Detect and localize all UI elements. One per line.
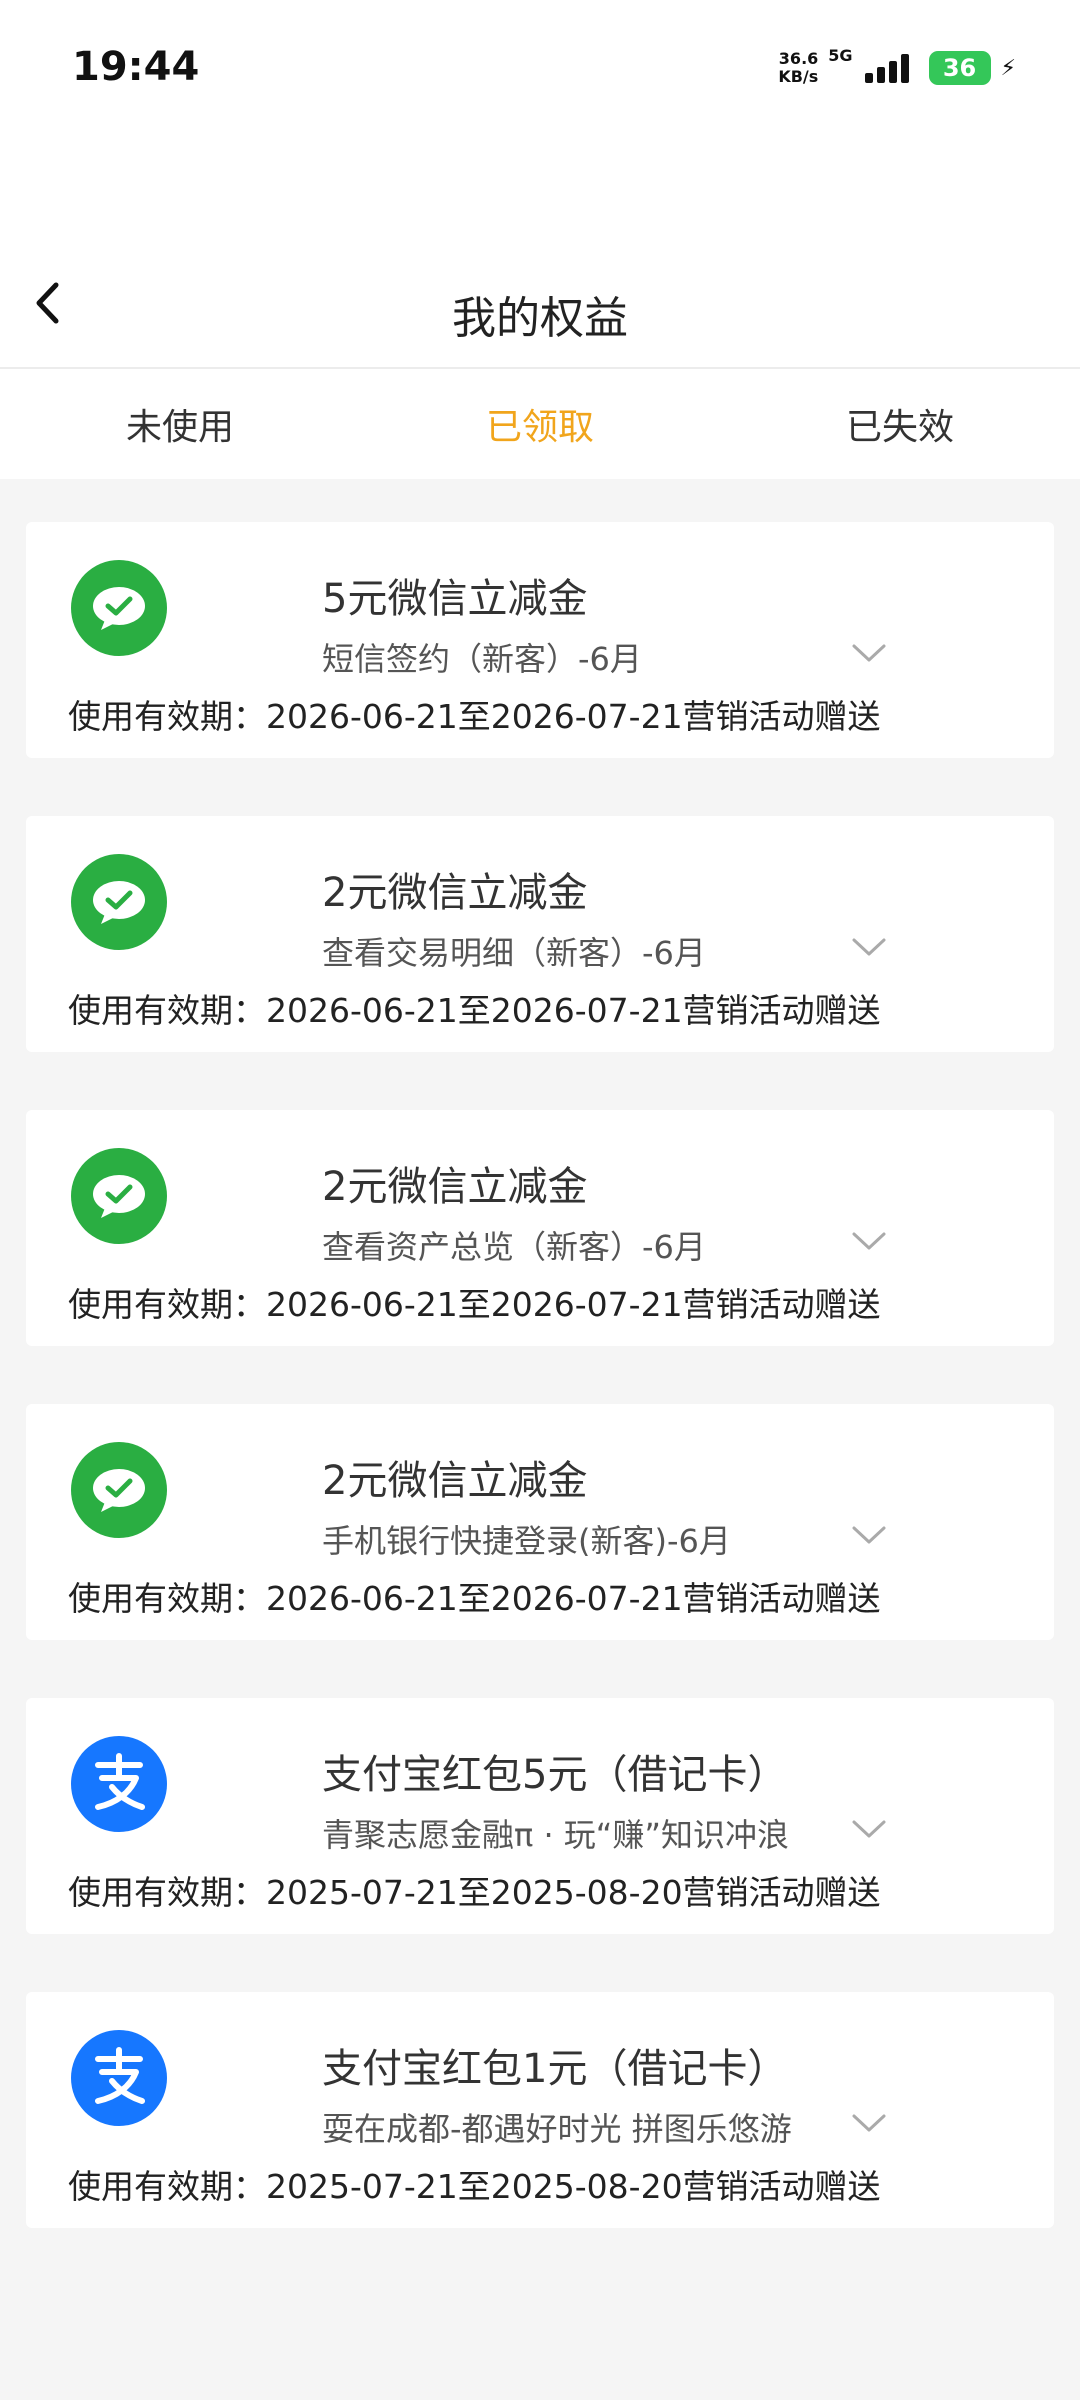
benefit-card[interactable]: 2元微信立减金 查看资产总览（新客）-6月 使用有效期：2026-06-21至2… <box>26 1110 1054 1346</box>
chevron-down-icon[interactable] <box>848 1220 890 1262</box>
card-validity: 使用有效期：2025-07-21至2025-08-20营销活动赠送 <box>68 1873 881 1912</box>
card-title: 5元微信立减金 <box>322 576 588 622</box>
chevron-down-icon[interactable] <box>848 1514 890 1556</box>
net-speed: 36.6 KB/s <box>778 50 818 86</box>
wechat-icon <box>71 854 167 950</box>
card-validity: 使用有效期：2026-06-21至2026-07-21营销活动赠送 <box>68 991 881 1030</box>
card-title: 2元微信立减金 <box>322 1458 588 1504</box>
benefit-list: 5元微信立减金 短信签约（新客）-6月 使用有效期：2026-06-21至202… <box>26 522 1054 2286</box>
tab-bar: 未使用 已领取 已失效 <box>0 369 1080 479</box>
battery-level: 36 <box>942 54 977 82</box>
alipay-icon <box>71 2030 167 2126</box>
card-subtitle: 查看资产总览（新客）-6月 <box>322 1228 706 1266</box>
alipay-icon <box>71 1736 167 1832</box>
chevron-down-icon[interactable] <box>848 926 890 968</box>
network-type: 5G <box>828 46 853 65</box>
benefit-card[interactable]: 5元微信立减金 短信签约（新客）-6月 使用有效期：2026-06-21至202… <box>26 522 1054 758</box>
status-icons: 36.6 KB/s 5G 36 ⚡ <box>778 46 1016 90</box>
card-validity: 使用有效期：2026-06-21至2026-07-21营销活动赠送 <box>68 1285 881 1324</box>
battery-indicator: 36 <box>928 51 991 85</box>
net-speed-unit: KB/s <box>778 67 819 86</box>
benefit-card[interactable]: 2元微信立减金 手机银行快捷登录(新客)-6月 使用有效期：2026-06-21… <box>26 1404 1054 1640</box>
card-title: 支付宝红包1元（借记卡） <box>322 2046 788 2092</box>
card-title: 支付宝红包5元（借记卡） <box>322 1752 788 1798</box>
header: 我的权益 <box>0 140 1080 369</box>
benefit-card[interactable]: 支付宝红包1元（借记卡） 耍在成都-都遇好时光 拼图乐悠游 使用有效期：2025… <box>26 1992 1054 2228</box>
wechat-icon <box>71 560 167 656</box>
wechat-icon <box>71 1148 167 1244</box>
card-subtitle: 耍在成都-都遇好时光 拼图乐悠游 <box>322 2110 792 2148</box>
charging-icon: ⚡ <box>1000 55 1016 81</box>
tab-expired[interactable]: 已失效 <box>720 369 1080 479</box>
card-validity: 使用有效期：2026-06-21至2026-07-21营销活动赠送 <box>68 697 881 736</box>
card-subtitle: 查看交易明细（新客）-6月 <box>322 934 706 972</box>
card-title: 2元微信立减金 <box>322 1164 588 1210</box>
card-title: 2元微信立减金 <box>322 870 588 916</box>
tab-received[interactable]: 已领取 <box>360 369 720 479</box>
page-title: 我的权益 <box>452 293 628 344</box>
tab-unused[interactable]: 未使用 <box>0 369 360 479</box>
chevron-down-icon[interactable] <box>848 632 890 674</box>
wechat-icon <box>71 1442 167 1538</box>
card-subtitle: 手机银行快捷登录(新客)-6月 <box>322 1522 731 1560</box>
signal-icon <box>864 54 909 83</box>
chevron-down-icon[interactable] <box>848 2102 890 2144</box>
benefit-card[interactable]: 2元微信立减金 查看交易明细（新客）-6月 使用有效期：2026-06-21至2… <box>26 816 1054 1052</box>
card-subtitle: 青聚志愿金融π · 玩“赚”知识冲浪 <box>322 1816 789 1854</box>
status-time: 19:44 <box>72 44 200 90</box>
status-bar: 19:44 36.6 KB/s 5G 36 ⚡ <box>0 0 1080 140</box>
chevron-down-icon[interactable] <box>848 1808 890 1850</box>
net-speed-value: 36.6 <box>778 49 819 68</box>
card-validity: 使用有效期：2026-06-21至2026-07-21营销活动赠送 <box>68 1579 881 1618</box>
card-subtitle: 短信签约（新客）-6月 <box>322 640 642 678</box>
benefit-card[interactable]: 支付宝红包5元（借记卡） 青聚志愿金融π · 玩“赚”知识冲浪 使用有效期：20… <box>26 1698 1054 1934</box>
card-validity: 使用有效期：2025-07-21至2025-08-20营销活动赠送 <box>68 2167 881 2206</box>
